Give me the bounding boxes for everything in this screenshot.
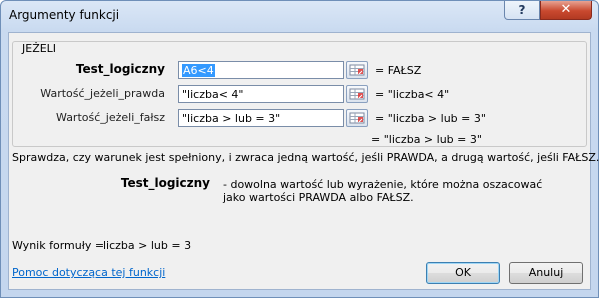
selected-text: A6<4 <box>182 64 215 77</box>
range-select-icon <box>349 88 365 100</box>
cancel-button[interactable]: Anuluj <box>509 262 583 284</box>
arg-description-name: Test_logiczny <box>120 176 210 190</box>
range-select-icon <box>349 64 365 76</box>
dialog-body: JEŻELI Test_logiczny A6<4 = FAŁSZ Wartoś… <box>8 32 599 290</box>
arg-label-test-logiczny: Test_logiczny <box>75 62 165 76</box>
collapse-dialog-button[interactable] <box>346 85 368 103</box>
range-select-icon <box>349 112 365 124</box>
arg-description-text: - dowolna wartość lub wyrażenie, które m… <box>223 178 543 204</box>
arg-input-wartosc-falsz[interactable]: "liczba > lub = 3" <box>178 109 344 127</box>
arg-label-wartosc-falsz: Wartość_jeżeli_fałsz <box>56 111 165 124</box>
collapse-dialog-button[interactable] <box>346 61 368 79</box>
arg-label-wartosc-prawda: Wartość_jeżeli_prawda <box>40 87 165 100</box>
collapse-dialog-button[interactable] <box>346 109 368 127</box>
arg-result-test-logiczny: = FAŁSZ <box>375 64 422 77</box>
ok-button[interactable]: OK <box>426 262 500 284</box>
help-button[interactable]: ? <box>504 1 540 20</box>
arg-result-wartosc-prawda: = "liczba< 4" <box>375 88 450 101</box>
function-name: JEŻELI <box>20 42 59 55</box>
formula-result-label: Wynik formuły = <box>12 239 105 252</box>
close-button[interactable]: ✕ <box>540 1 592 20</box>
function-description: Sprawdza, czy warunek jest spełniony, i … <box>12 151 599 164</box>
formula-result-value: liczba > lub = 3 <box>103 239 192 252</box>
dialog-window: Argumenty funkcji ? ✕ JEŻELI Test_logicz… <box>0 0 599 298</box>
title-bar[interactable]: Argumenty funkcji ? ✕ <box>1 1 598 31</box>
help-link[interactable]: Pomoc dotycząca tej funkcji <box>12 266 165 279</box>
arg-input-test-logiczny[interactable]: A6<4 <box>178 61 344 79</box>
function-arguments-group: JEŻELI Test_logiczny A6<4 = FAŁSZ Wartoś… <box>12 41 587 147</box>
function-result-preview: = "liczba > lub = 3" <box>371 133 482 146</box>
arg-result-wartosc-falsz: = "liczba > lub = 3" <box>375 112 486 125</box>
arg-input-wartosc-prawda[interactable]: "liczba< 4" <box>178 85 344 103</box>
window-title: Argumenty funkcji <box>9 8 120 22</box>
